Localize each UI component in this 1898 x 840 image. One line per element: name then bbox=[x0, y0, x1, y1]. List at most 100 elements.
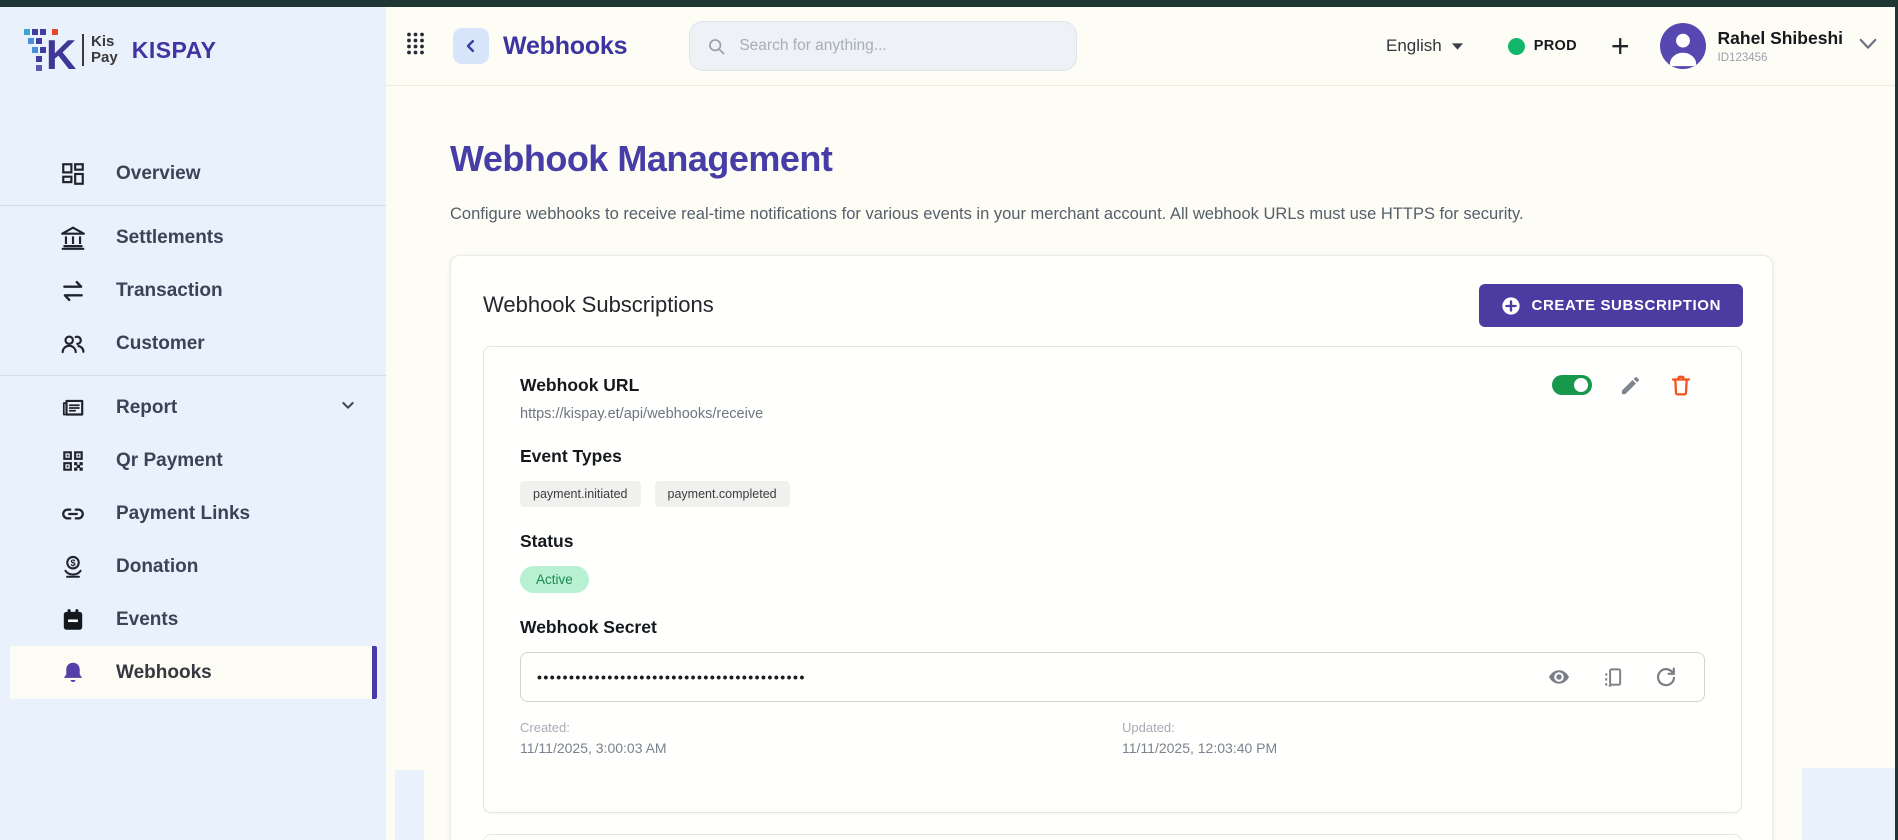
pencil-icon bbox=[1621, 376, 1639, 394]
webhook-secret-field: ••••••••••••••••••••••••••••••••••••••••… bbox=[520, 652, 1705, 702]
sidebar-item-label: Overview bbox=[116, 162, 201, 184]
event-types-label: Event Types bbox=[520, 446, 622, 466]
language-label: English bbox=[1386, 36, 1442, 55]
sidebar-item-label: Qr Payment bbox=[116, 449, 223, 471]
sidebar-item-overview[interactable]: Overview bbox=[0, 147, 386, 200]
transfer-arrows-icon bbox=[58, 278, 88, 304]
brand-logo[interactable]: K Kis Pay KISPAY bbox=[22, 25, 217, 75]
dashboard-grid-icon bbox=[58, 161, 88, 187]
sidebar-item-events[interactable]: Events bbox=[0, 593, 386, 646]
env-label: PROD bbox=[1533, 38, 1577, 54]
bell-icon bbox=[58, 660, 88, 686]
svg-text:$: $ bbox=[70, 557, 75, 567]
webhook-secret-label: Webhook Secret bbox=[520, 617, 657, 637]
brand-wordmark-small: Kis Pay bbox=[82, 32, 118, 67]
card-title: Webhook Subscriptions bbox=[483, 292, 714, 317]
updated-label: Updated: bbox=[1122, 720, 1175, 735]
svg-text:K: K bbox=[46, 31, 76, 75]
webhook-subscriptions-card: Webhook Subscriptions CREATE SUBSCRIPTIO… bbox=[450, 255, 1773, 840]
copy-icon bbox=[1605, 667, 1622, 687]
sidebar-item-label: Settlements bbox=[116, 226, 224, 248]
created-value: 11/11/2025, 3:00:03 AM bbox=[520, 740, 667, 756]
page-description: Configure webhooks to receive real-time … bbox=[450, 205, 1524, 223]
chevron-down-icon bbox=[1857, 37, 1879, 56]
created-label: Created: bbox=[520, 720, 570, 735]
brand-name: KISPAY bbox=[131, 36, 217, 63]
sidebar-item-customer[interactable]: Customer bbox=[0, 317, 386, 370]
add-button[interactable]: + bbox=[1611, 30, 1630, 62]
background-corner-left bbox=[395, 770, 424, 840]
sidebar-item-transaction[interactable]: Transaction bbox=[0, 264, 386, 317]
updated-value: 11/11/2025, 12:03:40 PM bbox=[1122, 740, 1278, 756]
avatar bbox=[1659, 23, 1706, 69]
secret-icon-group bbox=[1547, 665, 1678, 689]
reveal-secret-button[interactable] bbox=[1547, 665, 1571, 689]
report-icon bbox=[58, 395, 88, 421]
delete-button[interactable] bbox=[1669, 373, 1693, 397]
language-selector[interactable]: English bbox=[1386, 36, 1464, 56]
sidebar-item-label: Transaction bbox=[116, 279, 223, 301]
toggle-knob bbox=[1574, 378, 1588, 392]
event-type-tag: payment.initiated bbox=[520, 481, 641, 507]
chevron-down-icon bbox=[340, 397, 356, 419]
secret-masked-value: ••••••••••••••••••••••••••••••••••••••••… bbox=[537, 669, 806, 685]
create-subscription-label: CREATE SUBSCRIPTION bbox=[1531, 297, 1721, 314]
background-corner-right bbox=[1802, 768, 1895, 840]
sidebar-item-report[interactable]: Report bbox=[0, 381, 386, 434]
top-dark-bar bbox=[0, 0, 1898, 7]
refresh-icon bbox=[1656, 667, 1676, 687]
edit-button[interactable] bbox=[1619, 374, 1642, 397]
app-launcher-icon[interactable] bbox=[406, 31, 425, 61]
sidebar-item-label: Webhooks bbox=[116, 661, 212, 683]
bank-icon bbox=[58, 225, 88, 251]
sidebar-item-label: Donation bbox=[116, 555, 199, 577]
sidebar-item-label: Customer bbox=[116, 332, 205, 354]
eye-icon bbox=[1549, 670, 1569, 684]
sidebar-item-payment-links[interactable]: Payment Links bbox=[0, 487, 386, 540]
updated-block: Updated: 11/11/2025, 12:03:40 PM bbox=[1122, 720, 1277, 756]
sidebar-divider bbox=[0, 205, 386, 206]
page-title: Webhook Management bbox=[450, 138, 833, 179]
profile-id: ID123456 bbox=[1717, 52, 1768, 64]
sidebar-item-donation[interactable]: $ Donation bbox=[0, 540, 386, 593]
header-page-title: Webhooks bbox=[503, 31, 628, 60]
enable-toggle[interactable] bbox=[1552, 375, 1592, 395]
sidebar-item-label: Report bbox=[116, 396, 178, 418]
user-icon bbox=[1669, 33, 1696, 67]
search-icon bbox=[709, 38, 725, 54]
profile-text: Rahel Shibeshi ID123456 bbox=[1718, 28, 1843, 64]
next-subscription-peek bbox=[483, 834, 1742, 840]
link-icon bbox=[58, 501, 88, 527]
create-subscription-button[interactable]: CREATE SUBSCRIPTION bbox=[1478, 284, 1743, 327]
copy-secret-button[interactable] bbox=[1601, 666, 1624, 689]
profile-name: Rahel Shibeshi bbox=[1717, 28, 1843, 48]
regenerate-secret-button[interactable] bbox=[1654, 665, 1678, 689]
plus-circle-icon bbox=[1501, 296, 1520, 315]
donation-icon: $ bbox=[58, 554, 88, 580]
sidebar-divider bbox=[0, 375, 386, 376]
main-header: Webhooks English PROD + bbox=[386, 7, 1895, 86]
profile-menu[interactable]: Rahel Shibeshi ID123456 bbox=[1659, 23, 1879, 69]
sidebar-item-webhooks[interactable]: Webhooks bbox=[10, 646, 377, 699]
webhook-url-value: https://kispay.et/api/webhooks/receive bbox=[520, 406, 764, 422]
calendar-icon bbox=[58, 607, 88, 633]
caret-down-icon bbox=[1451, 42, 1463, 50]
subscription-actions bbox=[1552, 373, 1693, 397]
env-status-dot bbox=[1507, 37, 1525, 55]
header-right-cluster: English PROD + Rahel Shibeshi ID123456 bbox=[1386, 23, 1879, 69]
sidebar-item-settlements[interactable]: Settlements bbox=[0, 211, 386, 264]
brand-kis: Kis bbox=[91, 32, 115, 50]
webhook-url-label: Webhook URL bbox=[520, 374, 640, 395]
customers-icon bbox=[58, 331, 88, 357]
brand-pay: Pay bbox=[91, 49, 118, 66]
event-type-tags: payment.initiated payment.completed bbox=[520, 481, 1703, 507]
sidebar-item-qr-payment[interactable]: Qr Payment bbox=[0, 434, 386, 487]
kispay-logo-icon: K bbox=[24, 29, 76, 75]
chevron-left-icon bbox=[466, 39, 475, 53]
environment-badge[interactable]: PROD bbox=[1507, 37, 1577, 55]
timestamps-row: Created: 11/11/2025, 3:00:03 AM Updated:… bbox=[520, 720, 1703, 756]
search-bar[interactable] bbox=[689, 21, 1078, 71]
app-root: K Kis Pay KISPAY Overview Settlements Tr… bbox=[0, 0, 1898, 840]
search-input[interactable] bbox=[739, 37, 1040, 55]
back-button[interactable] bbox=[453, 28, 489, 64]
